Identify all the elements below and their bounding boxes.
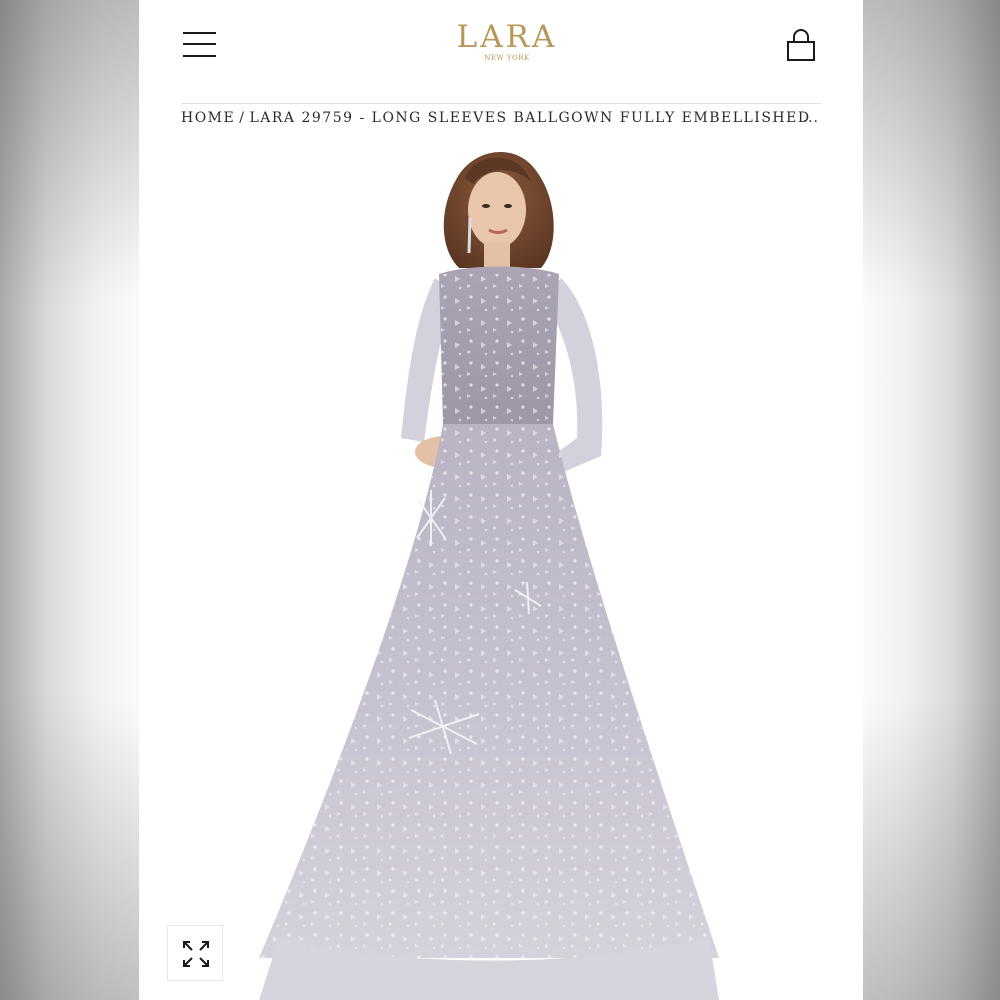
gown-model-illustration [259,151,719,1000]
product-image[interactable] [139,138,863,1000]
brand-subtitle: NEW YORK [484,54,530,62]
breadcrumb: HOME / LARA 29759 - LONG SLEEVES BALLGOWN … [181,108,821,128]
cart-button[interactable] [783,28,819,64]
fullscreen-button[interactable] [167,925,223,981]
breadcrumb-current: LARA 29759 - LONG SLEEVES BALLGOWN FULLY… [249,110,811,126]
menu-line [183,43,216,45]
brand-name: LARA [456,19,558,55]
shopping-bag-icon [787,29,815,61]
breadcrumb-separator: / [239,110,246,126]
menu-line [183,55,216,57]
menu-button[interactable] [181,28,219,62]
right-background-blur [863,0,1000,1000]
screenshot-frame: LARA NEW YORK HOME / LARA 29759 - LONG SLE… [0,0,1000,1000]
breadcrumb-home-link[interactable]: HOME [181,110,235,126]
left-background-blur [0,0,139,1000]
menu-line [183,32,216,34]
site-header: LARA NEW YORK [139,0,863,100]
breadcrumb-overflow[interactable]: ... [803,108,819,128]
brand-logo[interactable]: LARA NEW YORK [451,20,563,70]
breadcrumb-divider [181,103,821,104]
expand-arrows-icon [183,941,209,967]
mobile-page: LARA NEW YORK HOME / LARA 29759 - LONG SLE… [139,0,863,1000]
